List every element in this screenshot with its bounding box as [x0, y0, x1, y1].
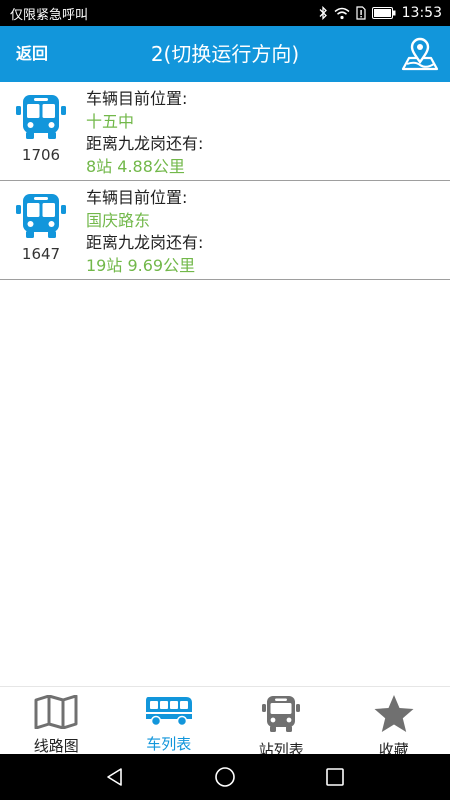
square-recents-icon: [326, 768, 344, 786]
map-button[interactable]: [398, 32, 442, 76]
screen: 仅限紧急呼叫 13:53 返回 2(切换运行方向) 1706 车辆目前位置: 十…: [0, 0, 450, 800]
bus-number: 1706: [21, 146, 61, 164]
tab-label: 车列表: [146, 735, 192, 753]
tab-station-list[interactable]: 站列表: [225, 687, 338, 759]
status-icons: 13:53: [318, 5, 442, 21]
bus-info: 车辆目前位置: 国庆路东 距离九龙岗还有: 19站 9.69公里: [86, 187, 203, 277]
nav-back-button[interactable]: [95, 757, 135, 797]
system-nav-bar: [0, 754, 450, 800]
distance-value: 8站 4.88公里: [86, 156, 185, 176]
app-header: 返回 2(切换运行方向): [0, 26, 450, 82]
distance-value: 19站 9.69公里: [86, 255, 196, 275]
bus-front-icon: [16, 95, 66, 139]
distance-label: 距离九龙岗还有:: [86, 134, 204, 153]
tab-route-map[interactable]: 线路图: [0, 687, 113, 755]
position-value: 国庆路东: [86, 210, 151, 230]
tab-favorites[interactable]: 收藏: [338, 687, 450, 759]
map-pin-icon: [401, 37, 439, 71]
bus-list-item[interactable]: 1706 车辆目前位置: 十五中 距离九龙岗还有: 8站 4.88公里: [0, 82, 450, 181]
position-label: 车辆目前位置:: [86, 188, 188, 207]
bus-list: 1706 车辆目前位置: 十五中 距离九龙岗还有: 8站 4.88公里 1647…: [0, 82, 450, 280]
bus-list-item[interactable]: 1647 车辆目前位置: 国庆路东 距离九龙岗还有: 19站 9.69公里: [0, 181, 450, 280]
nav-recents-button[interactable]: [315, 757, 355, 797]
bus-front-icon: [262, 696, 301, 732]
status-bar: 仅限紧急呼叫 13:53: [0, 0, 450, 26]
bus-number: 1647: [21, 245, 61, 263]
tab-label: 线路图: [33, 737, 79, 755]
position-value: 十五中: [86, 111, 135, 131]
bus-side-icon: [145, 697, 192, 727]
bluetooth-icon: [319, 6, 327, 20]
bus-icon-column: 1706: [10, 94, 72, 164]
position-label: 车辆目前位置:: [86, 89, 188, 108]
map-icon: [34, 695, 78, 729]
wifi-icon: [334, 7, 350, 19]
page-title[interactable]: 2(切换运行方向): [70, 26, 380, 82]
nav-home-button[interactable]: [205, 757, 245, 797]
sim-alert-icon: [356, 6, 366, 20]
circle-home-icon: [215, 767, 235, 787]
distance-label: 距离九龙岗还有:: [86, 233, 204, 252]
clock: 13:53: [401, 5, 442, 21]
triangle-back-icon: [107, 768, 122, 786]
bus-icon-column: 1647: [10, 193, 72, 263]
bus-info: 车辆目前位置: 十五中 距离九龙岗还有: 8站 4.88公里: [86, 88, 203, 178]
bus-front-icon: [16, 194, 66, 238]
battery-icon: [371, 7, 396, 19]
back-button[interactable]: 返回: [10, 26, 54, 82]
star-icon: [374, 695, 414, 732]
tab-bus-list[interactable]: 车列表: [113, 687, 226, 754]
carrier-text: 仅限紧急呼叫: [10, 7, 89, 23]
bottom-tab-bar: 线路图 车列表 站列表 收藏: [0, 686, 450, 759]
